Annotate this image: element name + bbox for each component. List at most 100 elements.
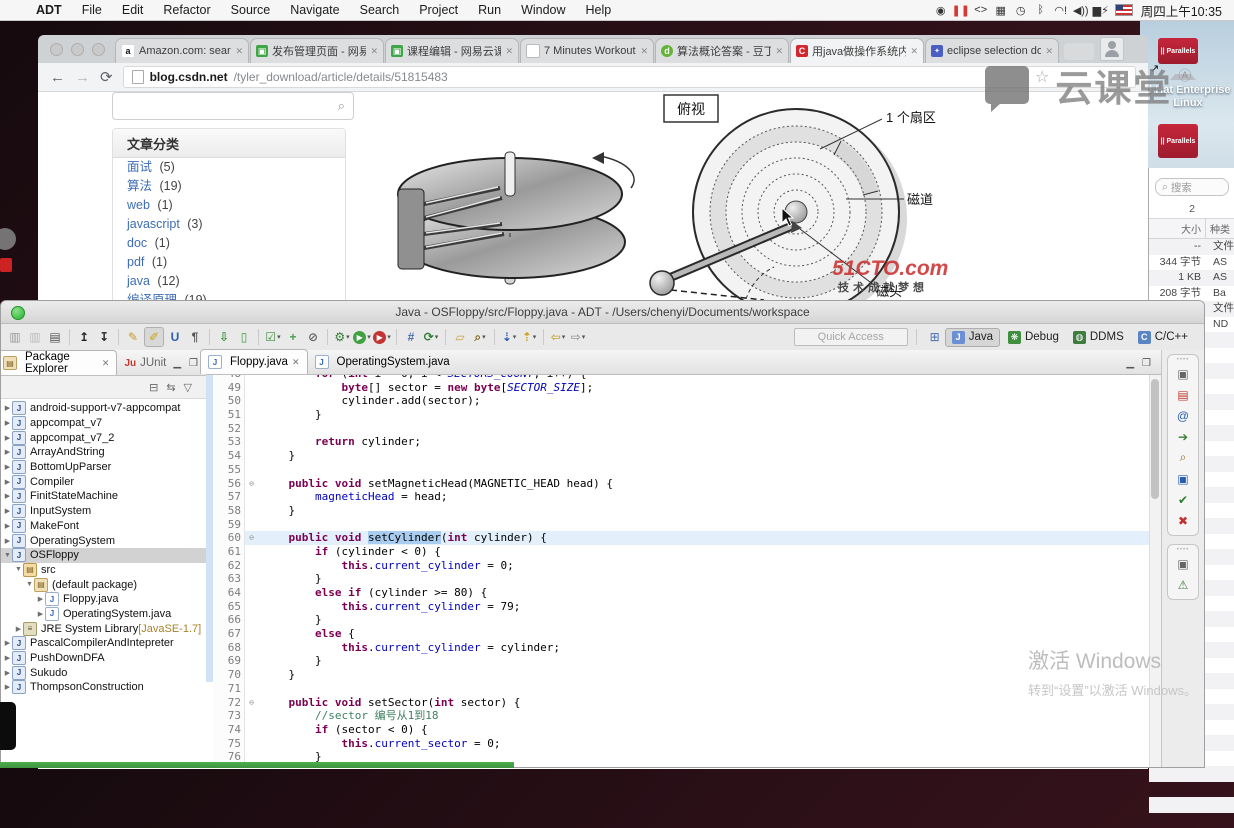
code-line-55[interactable]: 55 bbox=[206, 463, 1161, 477]
dropdown-arrow-icon[interactable]: ▾ bbox=[533, 333, 537, 341]
keyboard-icon[interactable]: ▦ bbox=[991, 4, 1011, 17]
column-size[interactable]: 大小 bbox=[1149, 219, 1206, 238]
wifi-icon[interactable]: ◠! bbox=[1051, 4, 1071, 17]
code-line-75[interactable]: 75 this.current_sector = 0; bbox=[206, 737, 1161, 751]
minimize-window-button[interactable] bbox=[71, 43, 84, 56]
category-link[interactable]: doc (1) bbox=[113, 234, 345, 253]
close-tab-icon[interactable]: ✕ bbox=[640, 46, 648, 57]
bluetooth-icon[interactable]: ᛒ bbox=[1031, 4, 1051, 16]
close-tab-icon[interactable]: ✕ bbox=[775, 46, 783, 57]
code-line-49[interactable]: 49 byte[] sector = new byte[SECTOR_SIZE]… bbox=[206, 381, 1161, 395]
menu-refactor[interactable]: Refactor bbox=[153, 3, 220, 17]
code-line-50[interactable]: 50 cylinder.add(sector); bbox=[206, 394, 1161, 408]
search-torch-icon[interactable]: ⌕▾ bbox=[471, 328, 489, 346]
pilcrow-icon[interactable]: ¶ bbox=[186, 328, 204, 346]
expand-arrow-icon[interactable]: ▶ bbox=[3, 419, 12, 427]
expand-arrow-icon[interactable]: ▶ bbox=[3, 522, 12, 530]
code-line-71[interactable]: 71 bbox=[206, 682, 1161, 696]
expand-arrow-icon[interactable]: ▶ bbox=[36, 610, 45, 618]
code-line-73[interactable]: 73 //sector 编号从1到18 bbox=[206, 709, 1161, 723]
code-line-53[interactable]: 53 return cylinder; bbox=[206, 435, 1161, 449]
category-name[interactable]: java bbox=[127, 274, 150, 288]
video-progress-bar[interactable] bbox=[0, 762, 514, 768]
tree-item[interactable]: ▶JFinitStateMachine bbox=[1, 489, 206, 504]
code-line-65[interactable]: 65 this.current_cylinder = 79; bbox=[206, 600, 1161, 614]
dropdown-arrow-icon[interactable]: ▾ bbox=[277, 333, 281, 341]
address-bar[interactable]: blog.csdn.net/tyler_download/article/det… bbox=[123, 66, 1136, 88]
expand-arrow-icon[interactable]: ▶ bbox=[3, 434, 12, 442]
forward-icon[interactable]: → bbox=[75, 69, 90, 86]
menu-navigate[interactable]: Navigate bbox=[280, 3, 349, 17]
grid-icon[interactable]: # bbox=[402, 328, 420, 346]
code-brackets-icon[interactable]: <> bbox=[971, 4, 991, 16]
tree-item[interactable]: ▶JFloppy.java bbox=[1, 592, 206, 607]
save-all-icon[interactable]: ▥ bbox=[26, 328, 44, 346]
expand-arrow-icon[interactable]: ▶ bbox=[3, 669, 12, 677]
dropdown-arrow-icon[interactable]: ▾ bbox=[346, 333, 350, 341]
category-link[interactable]: 算法 (19) bbox=[113, 177, 345, 196]
close-tab-icon[interactable]: ✕ bbox=[1045, 46, 1053, 57]
category-link[interactable]: web (1) bbox=[113, 196, 345, 215]
finder-search-field[interactable]: ⌕ 搜索 bbox=[1155, 178, 1229, 196]
code-line-62[interactable]: 62 this.current_cylinder = 0; bbox=[206, 559, 1161, 573]
code-line-57[interactable]: 57 magneticHead = head; bbox=[206, 490, 1161, 504]
close-tab-icon[interactable]: ✕ bbox=[505, 46, 513, 57]
editor-scrollbar[interactable] bbox=[1149, 375, 1161, 767]
perspective-ddms[interactable]: ◍DDMS bbox=[1067, 329, 1130, 346]
fold-marker-icon[interactable]: ⊖ bbox=[244, 696, 258, 710]
code-line-66[interactable]: 66 } bbox=[206, 613, 1161, 627]
battery-icon[interactable]: ▆⚡ bbox=[1091, 4, 1111, 17]
finder-row[interactable]: 344 字节AS bbox=[1149, 255, 1234, 271]
expand-arrow-icon[interactable]: ▶ bbox=[3, 507, 12, 515]
minimize-view-icon[interactable]: ▁ bbox=[1126, 358, 1134, 369]
tree-item[interactable]: ▶JThompsonConstruction bbox=[1, 680, 206, 695]
tree-item[interactable]: ▶JOperatingSystem.java bbox=[1, 607, 206, 622]
download-box-icon[interactable]: ⇩ bbox=[215, 328, 233, 346]
category-link[interactable]: 面试 (5) bbox=[113, 158, 345, 177]
parallels-icon[interactable]: ❚❚ bbox=[951, 4, 971, 17]
code-line-63[interactable]: 63 } bbox=[206, 572, 1161, 586]
expand-arrow-icon[interactable]: ▶ bbox=[14, 625, 23, 633]
category-link[interactable]: pdf (1) bbox=[113, 253, 345, 272]
tree-item[interactable]: ▼▤(default package) bbox=[1, 577, 206, 592]
perspective-c/c++[interactable]: CC/C++ bbox=[1132, 329, 1194, 346]
reload-icon[interactable]: ⟳ bbox=[100, 68, 113, 86]
expand-arrow-icon[interactable]: ▶ bbox=[3, 654, 12, 662]
menu-edit[interactable]: Edit bbox=[112, 3, 154, 17]
build-icon[interactable]: ⟳▾ bbox=[422, 328, 440, 346]
close-window-button[interactable] bbox=[50, 43, 63, 56]
menu-project[interactable]: Project bbox=[409, 3, 468, 17]
tab-junit[interactable]: Ju JUnit bbox=[117, 351, 173, 375]
search-view-icon[interactable]: ⌕ bbox=[1168, 447, 1198, 468]
tree-item[interactable]: ▶JMakeFont bbox=[1, 519, 206, 534]
expand-arrow-icon[interactable]: ▶ bbox=[3, 463, 12, 471]
tree-item[interactable]: ▼JOSFloppy bbox=[1, 548, 206, 563]
menu-window[interactable]: Window bbox=[511, 3, 575, 17]
tab-package-explorer[interactable]: ▤ Package Explorer ✕ bbox=[0, 350, 117, 375]
quick-access-field[interactable]: Quick Access bbox=[794, 328, 908, 346]
menu-source[interactable]: Source bbox=[221, 3, 281, 17]
checkbox-icon[interactable]: ☑▾ bbox=[264, 328, 282, 346]
skip-breakpoints-icon[interactable]: ⊘ bbox=[304, 328, 322, 346]
editor-tab-1[interactable]: JOperatingSystem.java bbox=[308, 350, 457, 374]
tree-item[interactable]: ▶JBottomUpParser bbox=[1, 460, 206, 475]
expand-arrow-icon[interactable]: ▶ bbox=[3, 492, 12, 500]
column-kind[interactable]: 种类 bbox=[1206, 219, 1230, 238]
browser-tab-1[interactable]: ▣发布管理页面 - 网易云✕ bbox=[250, 38, 384, 63]
collapse-arrow-icon[interactable]: ▼ bbox=[3, 552, 12, 559]
category-name[interactable]: 面试 bbox=[127, 160, 152, 174]
close-tab-icon[interactable]: ✕ bbox=[910, 46, 918, 57]
expand-arrow-icon[interactable]: ▶ bbox=[3, 404, 12, 412]
menu-help[interactable]: Help bbox=[576, 3, 622, 17]
time-machine-icon[interactable]: ◷ bbox=[1011, 4, 1031, 17]
menu-adt[interactable]: ADT bbox=[26, 3, 72, 17]
expand-arrow-icon[interactable]: ▶ bbox=[3, 448, 12, 456]
profile-icon[interactable]: ▶▾ bbox=[373, 328, 391, 346]
eclipse-titlebar[interactable]: Java - OSFloppy/src/Floppy.java - ADT - … bbox=[1, 301, 1204, 324]
category-name[interactable]: doc bbox=[127, 236, 147, 250]
menu-file[interactable]: File bbox=[72, 3, 112, 17]
fold-marker-icon[interactable]: ⊖ bbox=[244, 477, 258, 491]
input-language-flag-icon[interactable] bbox=[1115, 4, 1133, 16]
collapse-arrow-icon[interactable]: ▼ bbox=[14, 566, 23, 573]
restore-view-icon[interactable]: ▣ bbox=[1168, 363, 1198, 384]
